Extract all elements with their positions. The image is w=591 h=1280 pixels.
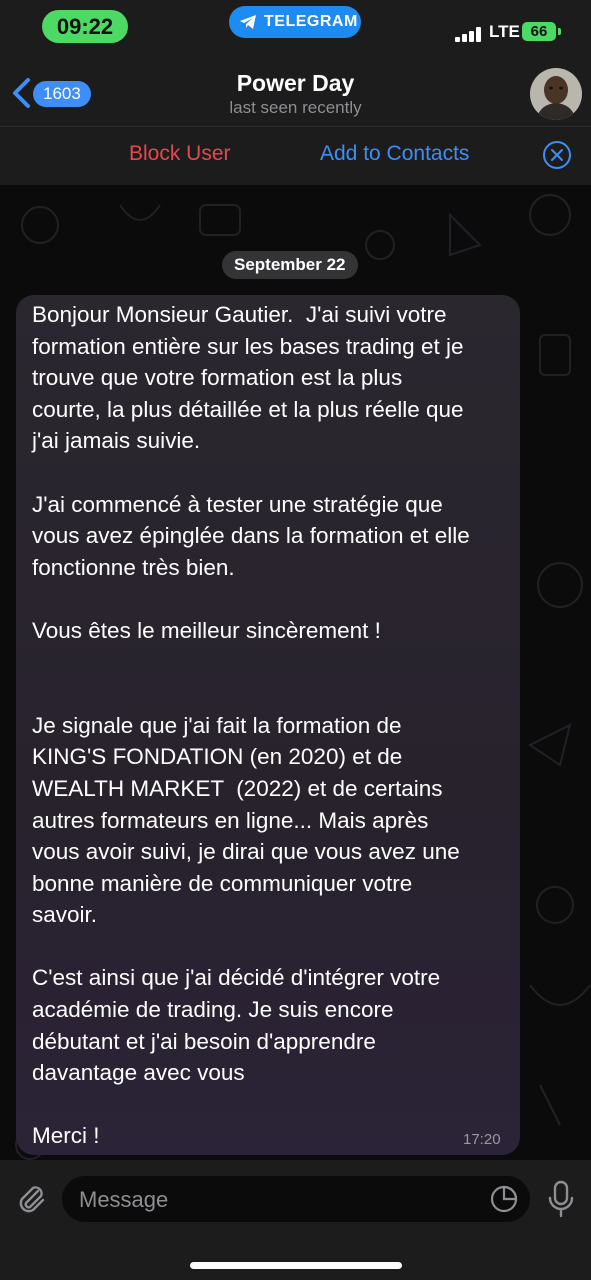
status-time: 09:22 <box>42 10 128 43</box>
message-time: 17:20 <box>463 1131 501 1148</box>
battery-level: 66 <box>522 22 556 41</box>
home-indicator <box>190 1262 402 1269</box>
chat-header: 1603 Power Day last seen recently <box>0 52 591 126</box>
message-text: Bonjour Monsieur Gautier. J'ai suivi vot… <box>32 302 470 1149</box>
add-to-contacts-button[interactable]: Add to Contacts <box>320 142 469 166</box>
message-composer: Message <box>0 1160 591 1280</box>
block-user-button[interactable]: Block User <box>129 142 231 166</box>
chat-title[interactable]: Power Day <box>0 70 591 97</box>
signal-icon <box>455 26 483 42</box>
date-separator: September 22 <box>222 251 358 279</box>
message-input-placeholder: Message <box>79 1187 169 1212</box>
close-circle-icon[interactable] <box>542 140 572 170</box>
avatar[interactable] <box>530 68 582 120</box>
status-bar: 09:22 TELEGRAM LTE 66 <box>0 0 591 52</box>
sticker-icon[interactable] <box>490 1185 518 1213</box>
network-type: LTE <box>489 22 520 41</box>
telegram-app-pill[interactable]: TELEGRAM <box>229 6 361 38</box>
paperclip-icon[interactable] <box>14 1182 48 1216</box>
avatar-image <box>530 68 582 120</box>
battery-tip <box>558 28 561 35</box>
chat-subtitle: last seen recently <box>229 98 362 117</box>
microphone-icon[interactable] <box>546 1180 576 1218</box>
telegram-plane-icon <box>240 15 256 29</box>
message-input[interactable]: Message <box>62 1176 530 1222</box>
chat-area[interactable]: September 22 Bonjour Monsieur Gautier. J… <box>0 185 591 1160</box>
telegram-pill-label: TELEGRAM <box>264 13 358 30</box>
contact-action-bar: Block User Add to Contacts <box>0 126 591 185</box>
